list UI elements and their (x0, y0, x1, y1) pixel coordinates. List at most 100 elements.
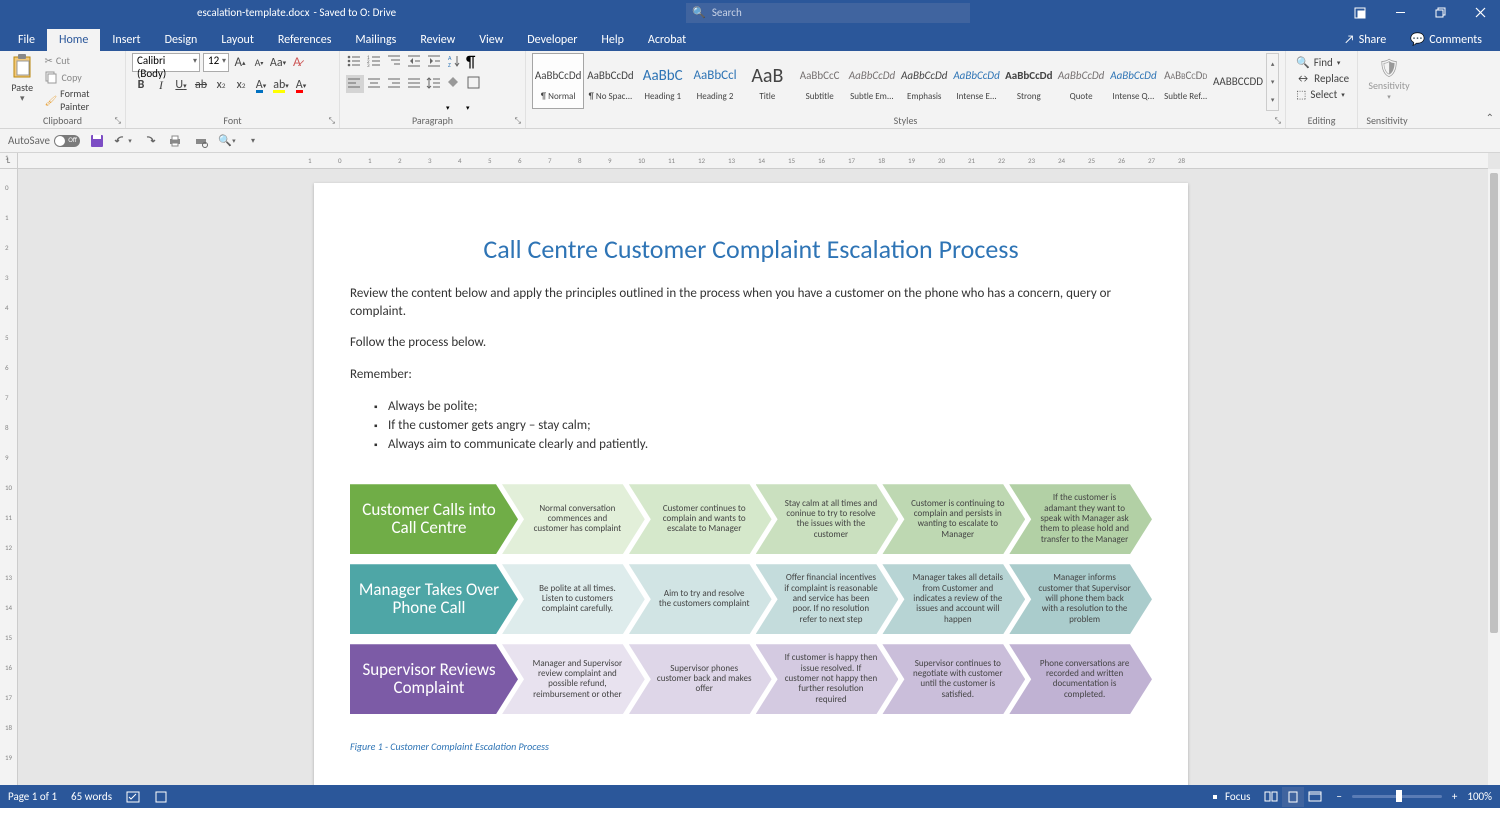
align-left-button[interactable] (346, 75, 364, 93)
menu-tab-developer[interactable]: Developer (515, 29, 589, 51)
dialog-launcher-icon[interactable]: ⤡ (515, 116, 521, 126)
dialog-launcher-icon[interactable]: ⤡ (115, 116, 121, 126)
maximize-button[interactable] (1420, 0, 1460, 25)
line-spacing-button[interactable] (426, 75, 444, 93)
bullets-button[interactable] (346, 53, 364, 71)
subscript-button[interactable]: x2 (212, 76, 230, 94)
decrease-font-button[interactable]: A▾ (251, 55, 267, 71)
numbering-button[interactable]: 123 (366, 53, 384, 71)
strikethrough-button[interactable]: ab (192, 76, 210, 94)
sort-button[interactable]: AZ (446, 53, 464, 71)
macro-status-button[interactable] (154, 790, 168, 804)
menu-tab-layout[interactable]: Layout (209, 29, 266, 51)
ribbon-display-options-button[interactable] (1340, 0, 1380, 25)
align-center-button[interactable] (366, 75, 384, 93)
replace-button[interactable]: ↔Replace (1292, 71, 1351, 86)
minimize-button[interactable] (1380, 0, 1420, 25)
focus-mode-button[interactable]: Focus (1209, 790, 1250, 803)
undo-button[interactable]: ▾ (114, 132, 132, 150)
read-mode-button[interactable] (1260, 787, 1282, 807)
align-right-button[interactable] (386, 75, 404, 93)
save-button[interactable] (88, 132, 106, 150)
superscript-button[interactable]: x2 (232, 76, 250, 94)
clear-formatting-button[interactable]: A̷ (289, 55, 305, 71)
autosave-toggle[interactable]: AutoSave Off (8, 134, 80, 147)
word-count[interactable]: 65 words (71, 790, 112, 803)
vertical-scrollbar[interactable] (1488, 169, 1500, 785)
cut-button[interactable]: ✂Cut (42, 53, 119, 68)
borders-button[interactable]: ▾ (466, 75, 484, 93)
menu-tab-help[interactable]: Help (589, 29, 636, 51)
customize-qat-button[interactable]: ▾ (244, 132, 262, 150)
page-indicator[interactable]: Page 1 of 1 (8, 790, 57, 803)
search-box[interactable]: 🔍 Search (686, 3, 970, 23)
document-page[interactable]: Call Centre Customer Complaint Escalatio… (314, 183, 1188, 785)
menu-tab-file[interactable]: File (6, 29, 47, 51)
menu-tab-view[interactable]: View (467, 29, 515, 51)
style-emphasis[interactable]: AaBbCcDdEmphasis (898, 53, 950, 109)
select-button[interactable]: ⬚Select▾ (1292, 87, 1351, 102)
redo-button[interactable] (140, 132, 158, 150)
document-editing-area[interactable]: L 10123456789101112131415161718192021222… (0, 153, 1500, 785)
collapse-ribbon-button[interactable]: ⌃ (1486, 111, 1494, 124)
style-[interactable]: AABBCCDD (1212, 53, 1264, 109)
style---no-spac---[interactable]: AaBbCcDd¶ No Spac... (584, 53, 636, 109)
style-heading-2[interactable]: AaBbCclHeading 2 (689, 53, 741, 109)
menu-tab-references[interactable]: References (266, 29, 344, 51)
quick-print-button[interactable] (166, 132, 184, 150)
web-layout-button[interactable] (1304, 787, 1326, 807)
styles-gallery[interactable]: AaBbCcDd¶ NormalAaBbCcDd¶ No Spac...AaBb… (532, 53, 1279, 111)
font-color-button[interactable]: A▾ (292, 76, 310, 94)
zoom-slider[interactable] (1352, 795, 1442, 798)
style-title[interactable]: AaBTitle (741, 53, 793, 109)
qat-find-button[interactable]: 🔍▾ (218, 132, 236, 150)
underline-button[interactable]: U▾ (172, 76, 190, 94)
style-strong[interactable]: AaBbCcDdStrong (1003, 53, 1055, 109)
vertical-ruler[interactable]: 101234567891011121314151617181920 (0, 169, 18, 785)
style-intense-e---[interactable]: AaBbCcDdIntense E... (950, 53, 1002, 109)
menu-tab-design[interactable]: Design (153, 29, 210, 51)
font-size-select[interactable]: 12 (203, 53, 229, 72)
multilevel-list-button[interactable] (386, 53, 404, 71)
styles-scroll-down[interactable]: ▾ (1267, 72, 1278, 90)
decrease-indent-button[interactable] (406, 53, 424, 71)
spelling-status-button[interactable] (126, 790, 140, 804)
style-quote[interactable]: AaBbCcDdQuote (1055, 53, 1107, 109)
menu-tab-home[interactable]: Home (47, 29, 100, 51)
show-marks-button[interactable]: ¶ (466, 53, 484, 71)
justify-button[interactable] (406, 75, 424, 93)
paste-button[interactable]: Paste ▾ (6, 53, 38, 111)
highlight-button[interactable]: ab▾ (272, 76, 290, 94)
change-case-button[interactable]: Aa▾ (270, 55, 286, 71)
find-button[interactable]: 🔍Find▾ (1292, 55, 1351, 70)
text-effects-button[interactable]: A▾ (252, 76, 270, 94)
menu-tab-review[interactable]: Review (408, 29, 467, 51)
menu-tab-acrobat[interactable]: Acrobat (636, 29, 698, 51)
close-button[interactable] (1460, 0, 1500, 25)
dialog-launcher-icon[interactable]: ⤡ (1275, 116, 1281, 126)
style-subtle-em---[interactable]: AaBbCcDdSubtle Em... (846, 53, 898, 109)
font-name-select[interactable]: Calibri (Body) (132, 53, 200, 72)
style-heading-1[interactable]: AaBbCHeading 1 (637, 53, 689, 109)
style-subtle-ref---[interactable]: AaBbCcDdSubtle Ref... (1160, 53, 1212, 109)
styles-scroll-up[interactable]: ▴ (1267, 54, 1278, 72)
style-subtitle[interactable]: AaBbCcCSubtitle (793, 53, 845, 109)
dialog-launcher-icon[interactable]: ⤡ (329, 116, 335, 126)
share-button[interactable]: ↗Share (1332, 28, 1398, 51)
style---normal[interactable]: AaBbCcDd¶ Normal (532, 53, 584, 109)
zoom-out-button[interactable]: − (1336, 790, 1341, 803)
style-intense-q---[interactable]: AaBbCcDdIntense Q... (1107, 53, 1159, 109)
scrollbar-thumb[interactable] (1490, 173, 1498, 633)
increase-indent-button[interactable] (426, 53, 444, 71)
shading-button[interactable]: ▾ (446, 75, 464, 93)
print-preview-button[interactable] (192, 132, 210, 150)
comments-button[interactable]: 💬Comments (1398, 28, 1494, 51)
styles-expand[interactable]: ▾ (1267, 90, 1278, 108)
increase-font-button[interactable]: A▴ (232, 55, 248, 71)
format-painter-button[interactable]: 🖌Format Painter (42, 86, 119, 114)
horizontal-ruler[interactable]: 1012345678910111213141516171819202122232… (18, 153, 1488, 169)
zoom-level[interactable]: 100% (1467, 790, 1492, 803)
menu-tab-mailings[interactable]: Mailings (343, 29, 408, 51)
copy-button[interactable]: Copy (42, 69, 119, 85)
print-layout-button[interactable] (1282, 787, 1304, 807)
